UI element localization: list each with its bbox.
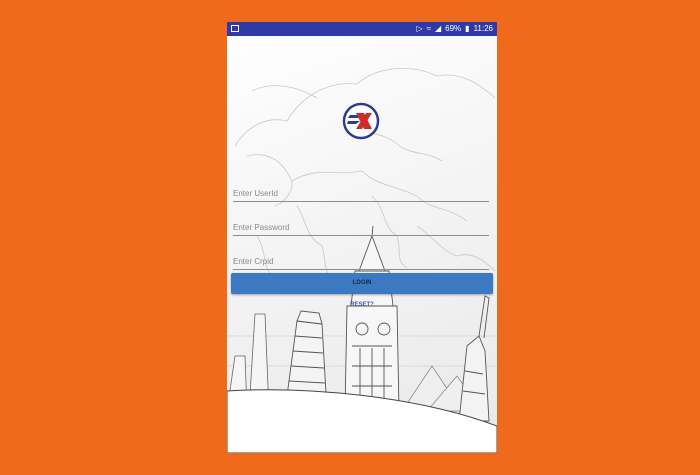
mute-icon: ▷: [416, 24, 423, 33]
wifi-icon: ≈: [426, 24, 431, 33]
userid-field[interactable]: [233, 183, 489, 203]
clock: 11:26: [473, 24, 493, 33]
battery-percent: 69%: [445, 24, 462, 33]
signal-icon: ◢: [434, 24, 442, 33]
battery-icon: ▮: [465, 24, 470, 33]
login-button[interactable]: LOGIN: [231, 273, 493, 294]
corpid-field[interactable]: [233, 251, 489, 271]
corpid-input[interactable]: [233, 252, 489, 271]
notification-icon: [231, 22, 239, 37]
phone-screen: ▷ ≈ ◢ 69% ▮ 11:26 Enter UserId Enter Crp…: [227, 22, 497, 453]
background-illustration: [227, 68, 497, 453]
password-input[interactable]: [233, 218, 489, 237]
userid-input[interactable]: [233, 184, 489, 203]
statue-of-liberty-illustration: [458, 279, 493, 422]
status-bar: ▷ ≈ ◢ 69% ▮ 11:26: [227, 22, 497, 36]
password-field[interactable]: [233, 217, 489, 237]
app-logo: [342, 102, 380, 140]
reset-link[interactable]: RESET?: [340, 302, 384, 308]
